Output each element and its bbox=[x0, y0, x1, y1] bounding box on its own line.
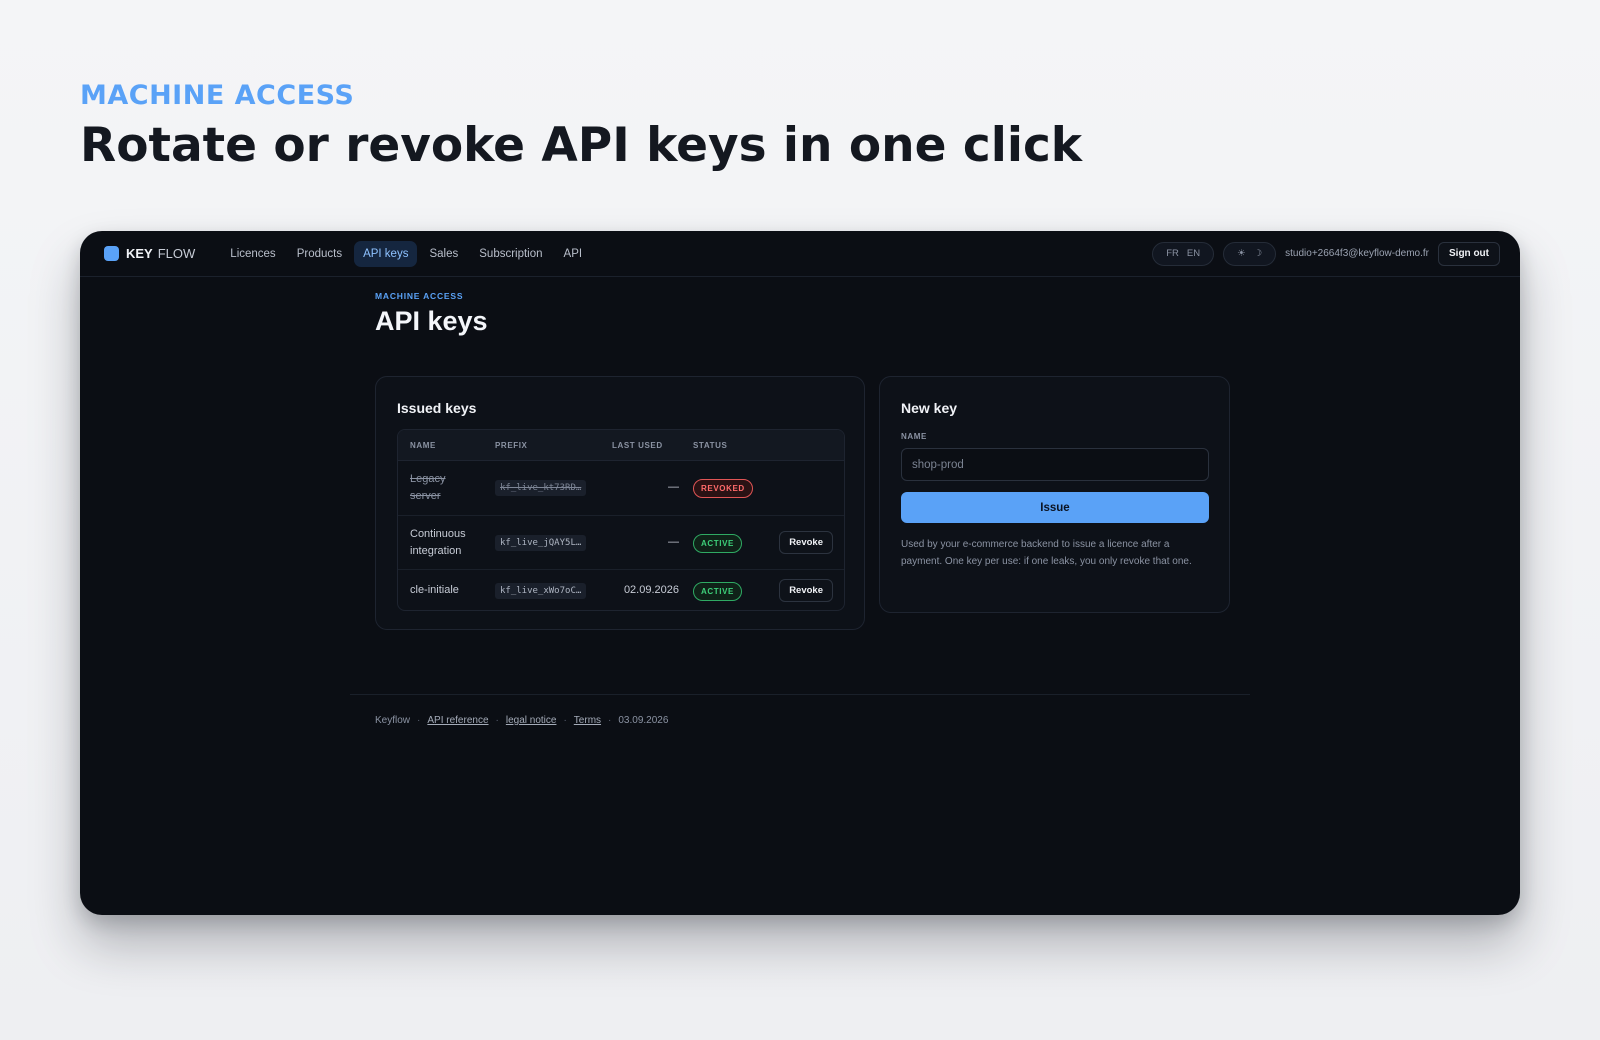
footer-date: 03.09.2026 bbox=[618, 715, 669, 726]
key-last-used: — bbox=[668, 536, 679, 548]
revoke-button[interactable]: Revoke bbox=[779, 531, 833, 554]
table-row: cle-initiale kf_live_xWo7oC… 02.09.2026 … bbox=[398, 570, 844, 610]
nav-item-sales[interactable]: Sales bbox=[420, 241, 467, 267]
theme-toggle: ☀ ☽ bbox=[1223, 241, 1277, 266]
footer-link-terms[interactable]: Terms bbox=[574, 715, 601, 726]
new-key-card: New key NAME Issue Used by your e-commer… bbox=[879, 376, 1230, 613]
logo[interactable]: KEY FLOW bbox=[104, 246, 195, 261]
lang-en[interactable]: EN bbox=[1187, 248, 1200, 259]
status-badge: ACTIVE bbox=[693, 582, 742, 601]
column-name: NAME bbox=[410, 440, 436, 450]
page-eyebrow: MACHINE ACCESS bbox=[375, 291, 464, 301]
logo-key-text: KEY bbox=[126, 246, 153, 261]
status-badge: REVOKED bbox=[693, 479, 753, 498]
footer-separator: · bbox=[608, 715, 612, 726]
revoke-button[interactable]: Revoke bbox=[779, 579, 833, 602]
table-row: Legacy server kf_live_kt73RD… — REVOKED bbox=[398, 461, 844, 516]
sun-icon[interactable]: ☀ bbox=[1237, 248, 1246, 259]
moon-icon[interactable]: ☽ bbox=[1254, 248, 1263, 259]
page-header: MACHINE ACCESS API keys bbox=[375, 291, 1215, 337]
app-window: KEY FLOW Licences Products API keys Sale… bbox=[80, 231, 1520, 915]
key-prefix: kf_live_jQAY5L… bbox=[495, 535, 587, 551]
key-prefix: kf_live_kt73RD… bbox=[495, 480, 587, 496]
hero-eyebrow: MACHINE ACCESS bbox=[80, 80, 355, 111]
helper-text: Used by your e-commerce backend to issue… bbox=[901, 539, 1192, 567]
issued-keys-title: Issued keys bbox=[397, 400, 477, 416]
footer-link-legal-notice[interactable]: legal notice bbox=[506, 715, 557, 726]
issue-button[interactable]: Issue bbox=[901, 492, 1209, 523]
footer-separator: · bbox=[417, 715, 421, 726]
logo-flow-text: FLOW bbox=[157, 246, 196, 261]
key-name: cle-initiale bbox=[410, 582, 500, 599]
keys-table: NAME PREFIX LAST USED STATUS Legacy serv… bbox=[397, 429, 845, 611]
key-last-used: — bbox=[668, 481, 679, 493]
footer-link-api-reference[interactable]: API reference bbox=[427, 715, 488, 726]
key-prefix: kf_live_xWo7oC… bbox=[495, 583, 587, 599]
sign-out-button[interactable]: Sign out bbox=[1438, 241, 1500, 266]
language-toggle: FR EN bbox=[1152, 241, 1215, 266]
nav-item-api-keys[interactable]: API keys bbox=[354, 240, 418, 267]
table-row: Continuous integration kf_live_jQAY5L… —… bbox=[398, 516, 844, 570]
nav-item-api[interactable]: API bbox=[555, 241, 592, 267]
column-prefix: PREFIX bbox=[495, 440, 528, 450]
footer-divider bbox=[350, 694, 1250, 695]
page-title: API keys bbox=[375, 306, 488, 336]
key-name-line1: Continuous bbox=[410, 528, 466, 540]
nav-item-products[interactable]: Products bbox=[288, 241, 351, 267]
key-name-line1: Legacy bbox=[410, 473, 446, 485]
nav-right: FR EN ☀ ☽ studio+2664f3@keyflow-demo.fr … bbox=[1152, 241, 1500, 266]
key-name: Legacy server bbox=[410, 471, 480, 505]
column-status: STATUS bbox=[693, 440, 728, 450]
lang-fr[interactable]: FR bbox=[1166, 248, 1179, 259]
top-navbar: KEY FLOW Licences Products API keys Sale… bbox=[80, 231, 1520, 277]
nav-item-subscription[interactable]: Subscription bbox=[470, 241, 551, 267]
key-last-used: 02.09.2026 bbox=[623, 584, 679, 596]
nav-item-licences[interactable]: Licences bbox=[221, 241, 284, 267]
name-label: NAME bbox=[901, 432, 927, 441]
column-last-used: LAST USED bbox=[612, 440, 663, 450]
hero-title: Rotate or revoke API keys in one click bbox=[80, 118, 1083, 173]
key-name-input[interactable] bbox=[901, 448, 1209, 481]
footer-brand: Keyflow bbox=[375, 715, 411, 726]
footer-separator: · bbox=[563, 715, 567, 726]
footer-separator: · bbox=[495, 715, 499, 726]
new-key-title: New key bbox=[901, 400, 958, 416]
key-name-line1: cle-initiale bbox=[410, 584, 459, 596]
key-name-line2: integration bbox=[410, 545, 462, 557]
key-name: Continuous integration bbox=[410, 526, 480, 560]
logo-icon bbox=[104, 246, 119, 261]
table-header: NAME PREFIX LAST USED STATUS bbox=[398, 430, 844, 461]
issued-keys-card: Issued keys NAME PREFIX LAST USED STATUS… bbox=[375, 376, 865, 630]
key-name-line2: server bbox=[410, 490, 441, 502]
user-email: studio+2664f3@keyflow-demo.fr bbox=[1285, 248, 1429, 259]
status-badge: ACTIVE bbox=[693, 534, 742, 553]
footer: Keyflow · API reference · legal notice ·… bbox=[375, 715, 668, 726]
